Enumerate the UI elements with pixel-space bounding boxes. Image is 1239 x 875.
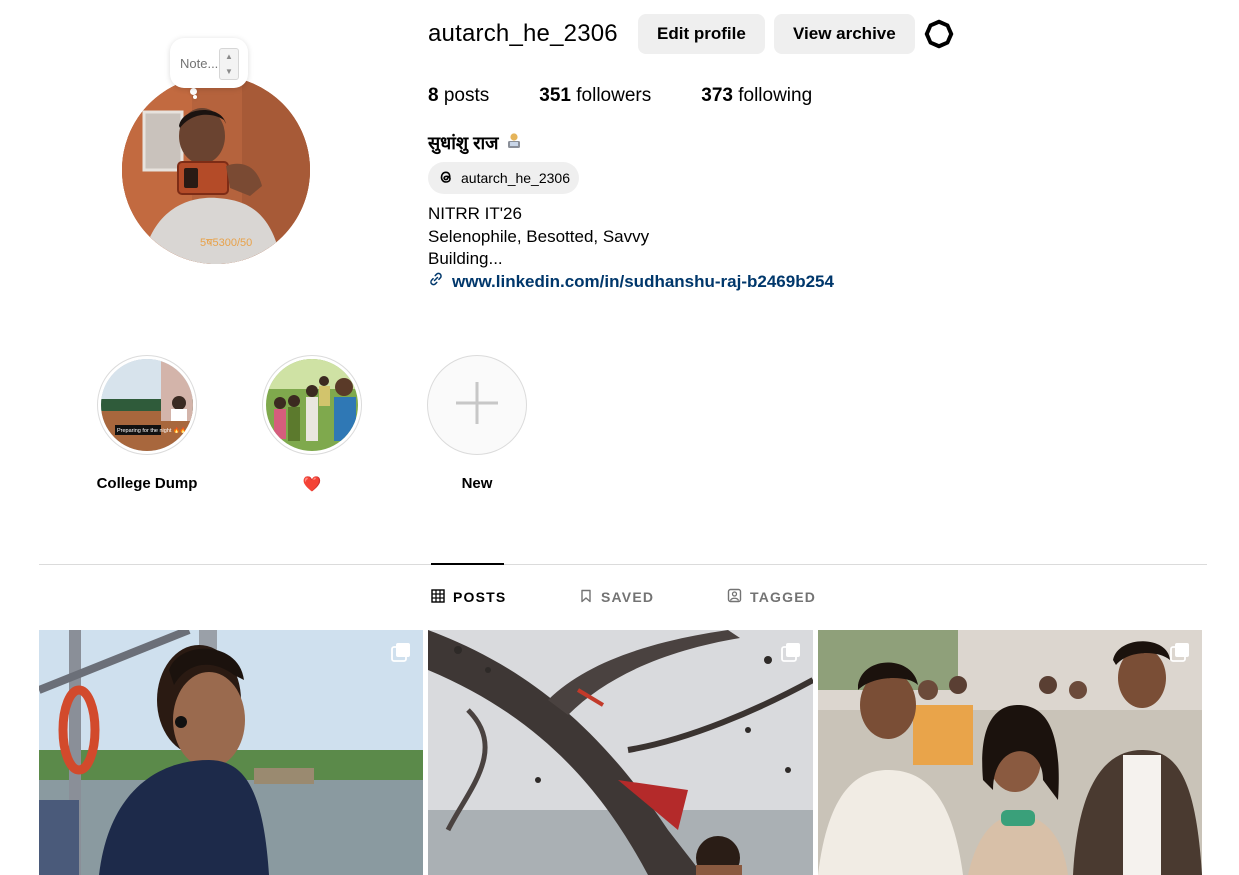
tab-posts[interactable]: POSTS xyxy=(431,588,579,606)
highlight-cover: Preparing for the night 🔥🔥 xyxy=(101,359,193,451)
post-thumbnail[interactable] xyxy=(428,630,813,875)
profile-stats: 8 posts 351 followers 373 following xyxy=(428,85,812,107)
highlight-cover xyxy=(266,359,358,451)
profile-tabs: POSTS SAVED TAGGED xyxy=(431,588,816,606)
note-bubble-tail xyxy=(190,88,197,95)
followers-stat[interactable]: 351 followers xyxy=(539,85,651,107)
profile-bio: NITRR IT'26 Selenophile, Besotted, Savvy… xyxy=(428,203,649,271)
profile-avatar[interactable]: 5ष5300/50 xyxy=(122,76,310,264)
threads-badge[interactable]: autarch_he_2306 xyxy=(428,162,579,194)
highlight-label: New xyxy=(461,475,493,492)
tabs-divider xyxy=(39,564,1207,565)
highlight-label: ❤️ xyxy=(302,476,322,493)
avatar-overlay-text: 5ष5300/50 xyxy=(200,237,252,249)
technologist-emoji-icon xyxy=(505,132,523,155)
note-bubble-tail-small xyxy=(193,95,197,99)
post-thumbnail[interactable] xyxy=(818,630,1202,875)
tab-label: TAGGED xyxy=(750,589,817,605)
highlight-overlay-text: Preparing for the night 🔥🔥 xyxy=(117,427,187,434)
link-icon xyxy=(428,271,444,292)
multiple-posts-icon xyxy=(391,642,411,662)
post-image xyxy=(428,630,813,875)
threads-icon xyxy=(437,168,455,189)
tagged-icon xyxy=(727,588,742,606)
posts-count: 8 xyxy=(428,85,439,106)
avatar-photo: 5ष5300/50 xyxy=(122,76,310,264)
tab-saved[interactable]: SAVED xyxy=(579,588,727,606)
highlight-ring xyxy=(262,355,362,455)
tab-tagged[interactable]: TAGGED xyxy=(727,588,816,606)
active-tab-indicator xyxy=(431,563,504,565)
edit-profile-button[interactable]: Edit profile xyxy=(638,14,765,54)
tab-label: POSTS xyxy=(453,589,507,605)
settings-gear-icon[interactable] xyxy=(924,19,954,49)
bio-line: Selenophile, Besotted, Savvy xyxy=(428,226,650,246)
link-url[interactable]: www.linkedin.com/in/sudhanshu-raj-b2469b… xyxy=(452,272,834,292)
highlight-label: College Dump xyxy=(96,475,198,492)
note-placeholder: Note... xyxy=(180,55,219,71)
bio-line: NITRR IT'26 xyxy=(428,204,522,223)
profile-username: autarch_he_2306 xyxy=(428,20,618,47)
highlight-ring: Preparing for the night 🔥🔥 xyxy=(97,355,197,455)
following-stat[interactable]: 373 following xyxy=(701,85,812,107)
spin-up-icon[interactable]: ▲ xyxy=(225,52,233,61)
view-archive-button[interactable]: View archive xyxy=(774,14,915,54)
profile-full-name-row: सुधांशु राज xyxy=(428,131,523,155)
highlight-ring xyxy=(427,355,527,455)
note-spinner[interactable]: ▲ ▼ xyxy=(219,48,239,80)
posts-stat: 8 posts xyxy=(428,85,489,107)
grid-icon xyxy=(431,588,445,606)
bookmark-icon xyxy=(579,589,593,606)
note-bubble[interactable]: Note... ▲ ▼ xyxy=(170,38,248,88)
spin-down-icon[interactable]: ▼ xyxy=(225,67,233,76)
tab-label: SAVED xyxy=(601,589,655,605)
post-thumbnail[interactable] xyxy=(39,630,423,875)
highlight-new[interactable]: New xyxy=(417,355,537,492)
highlight-college-dump[interactable]: Preparing for the night 🔥🔥 College Dump xyxy=(87,355,207,492)
followers-count: 351 xyxy=(539,85,571,106)
post-image xyxy=(39,630,423,875)
multiple-posts-icon xyxy=(781,642,801,662)
multiple-posts-icon xyxy=(1170,642,1190,662)
profile-full-name: सुधांशु राज xyxy=(428,133,499,153)
following-count: 373 xyxy=(701,85,733,106)
highlight-heart[interactable]: ❤️ xyxy=(252,355,372,493)
post-image xyxy=(818,630,1202,875)
profile-link[interactable]: www.linkedin.com/in/sudhanshu-raj-b2469b… xyxy=(428,271,834,292)
following-label: following xyxy=(738,85,813,106)
threads-handle: autarch_he_2306 xyxy=(461,170,570,186)
bio-line: Building... xyxy=(428,249,503,268)
posts-label: posts xyxy=(443,85,490,106)
followers-label: followers xyxy=(576,85,652,106)
plus-icon xyxy=(454,380,500,431)
